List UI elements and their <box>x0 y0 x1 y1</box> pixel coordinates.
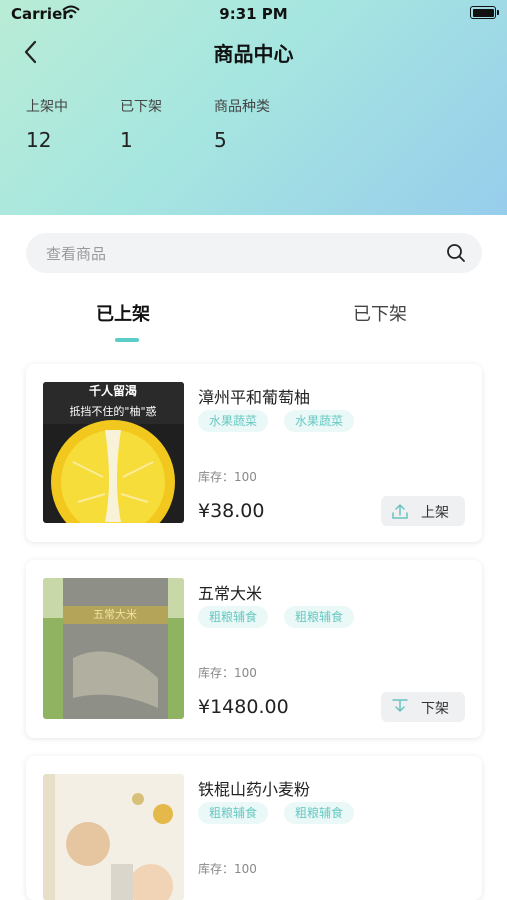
image-caption-1: 千人留渴 <box>89 383 137 398</box>
image-caption-2: 抵挡不住的"柚"惑 <box>69 404 156 418</box>
product-price: ¥38.00 <box>198 500 265 522</box>
product-card[interactable]: 铁棍山药小麦粉 粗粮辅食 粗粮辅食 库存：100 <box>26 756 482 900</box>
status-time: 9:31 PM <box>219 5 288 23</box>
stat-label: 商品种类 <box>214 99 270 115</box>
product-tag: 水果蔬菜 <box>284 410 355 432</box>
product-stock: 库存：100 <box>198 862 257 876</box>
stat-value: 1 <box>120 128 133 152</box>
list-product-button[interactable]: 上架 <box>381 496 465 526</box>
product-image-grapefruit: 千人留渴 抵挡不住的"柚"惑 <box>43 382 184 523</box>
stat-categories: 商品种类 5 <box>214 96 270 152</box>
product-card[interactable]: 千人留渴 抵挡不住的"柚"惑 漳州平和葡萄柚 水果蔬菜 水果蔬菜 库存：100 … <box>26 364 482 542</box>
stat-value: 5 <box>214 128 227 152</box>
product-tag: 水果蔬菜 <box>198 410 269 432</box>
battery-icon <box>470 6 499 19</box>
search-icon[interactable] <box>446 243 466 263</box>
product-card[interactable]: 五常大米 五常大米 粗粮辅食 粗粮辅食 库存：100 ¥1480.00 下架 <box>26 560 482 738</box>
product-name: 五常大米 <box>198 584 263 603</box>
button-label: 下架 <box>421 701 449 717</box>
product-image-flour <box>43 774 184 900</box>
product-tag: 粗粮辅食 <box>284 802 355 824</box>
product-stock: 库存：100 <box>198 666 257 680</box>
tab-off-shelf[interactable]: 已下架 <box>353 300 407 326</box>
product-tag: 粗粮辅食 <box>198 802 269 824</box>
status-bar: Carrier 9:31 PM <box>0 0 507 30</box>
product-name: 漳州平和葡萄柚 <box>198 388 311 407</box>
stat-label: 已下架 <box>120 99 162 115</box>
unlist-product-button[interactable]: 下架 <box>381 692 465 722</box>
product-tag: 粗粮辅食 <box>284 606 355 628</box>
stat-value: 12 <box>26 128 52 152</box>
page-title: 商品中心 <box>213 42 294 66</box>
stat-label: 上架中 <box>26 99 68 115</box>
product-image-rice: 五常大米 <box>43 578 184 719</box>
product-price: ¥1480.00 <box>198 696 289 718</box>
tab-active-indicator <box>115 338 139 342</box>
product-tag: 粗粮辅食 <box>198 606 269 628</box>
search-placeholder: 查看商品 <box>46 245 107 263</box>
button-label: 上架 <box>421 505 449 521</box>
stat-on-shelf: 上架中 12 <box>26 96 68 152</box>
image-caption-1: 五常大米 <box>93 607 137 621</box>
download-icon <box>392 699 408 712</box>
tab-on-shelf[interactable]: 已上架 <box>96 300 150 326</box>
upload-icon <box>392 504 408 519</box>
product-stock: 库存：100 <box>198 470 257 484</box>
product-name: 铁棍山药小麦粉 <box>198 780 311 799</box>
search-input[interactable]: 查看商品 <box>26 233 482 273</box>
stat-off-shelf: 已下架 1 <box>120 96 162 152</box>
